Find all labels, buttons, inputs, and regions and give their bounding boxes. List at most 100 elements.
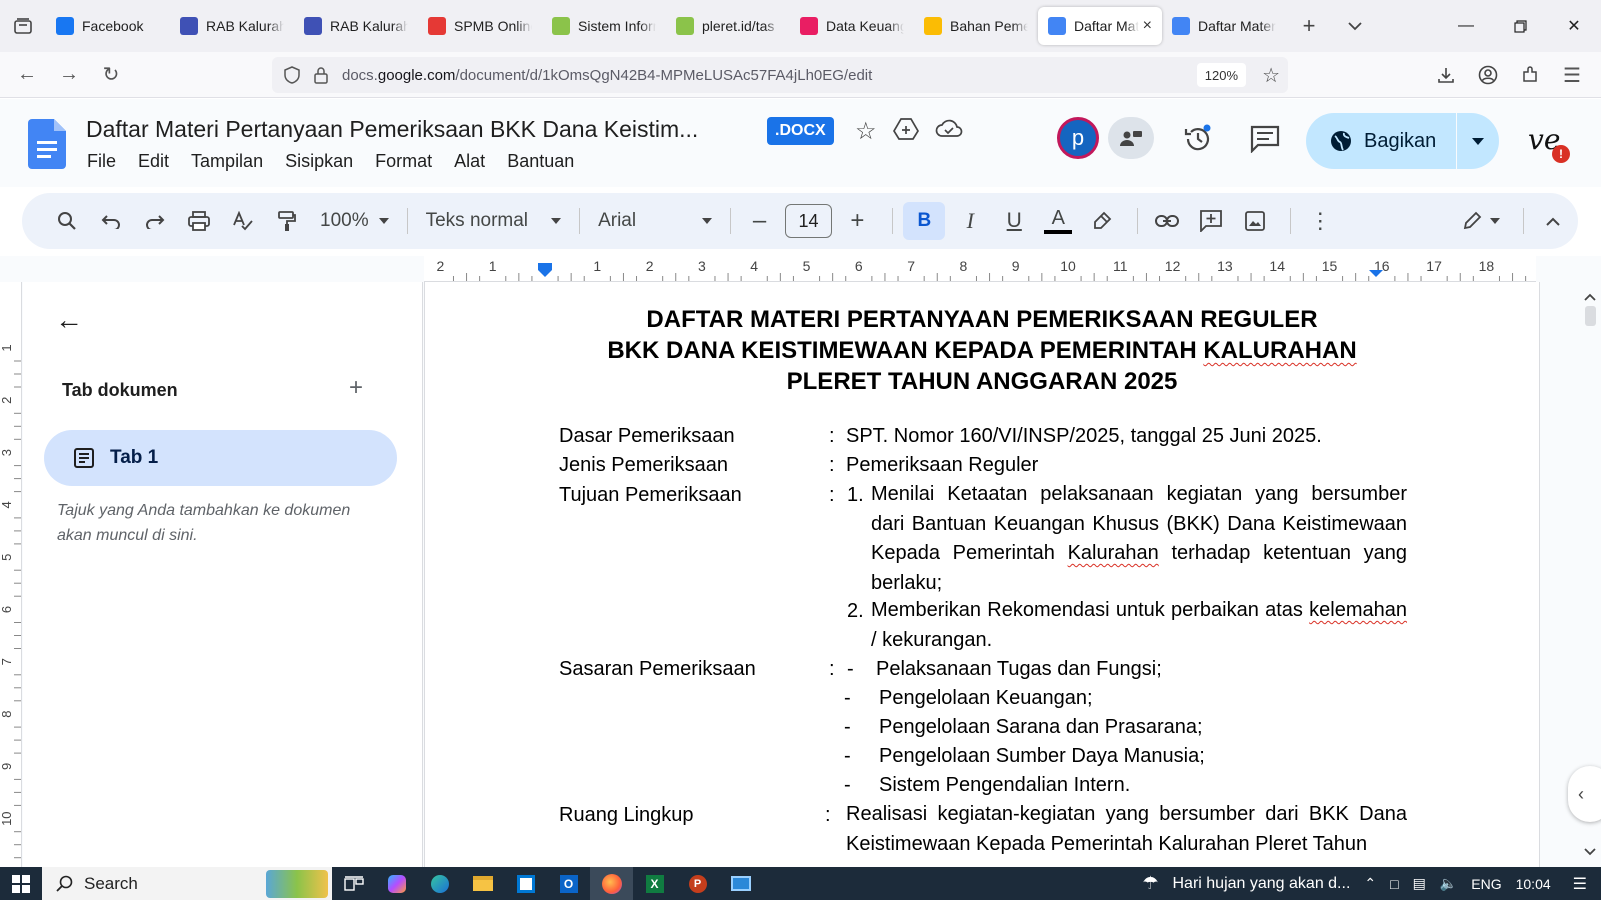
notification-icon[interactable]: ☰ [1573, 874, 1587, 894]
extensions-icon[interactable] [1509, 54, 1551, 96]
task-view-icon[interactable] [332, 867, 375, 900]
scroll-up-icon[interactable] [1584, 288, 1596, 306]
insert-image-icon[interactable] [1236, 202, 1274, 240]
clock[interactable]: 10:04 [1516, 876, 1551, 892]
menu-format[interactable]: Format [364, 151, 443, 172]
increase-font-size-icon[interactable]: + [838, 202, 876, 240]
more-options-icon[interactable]: ⋮ [1301, 202, 1339, 240]
decrease-font-size-icon[interactable]: – [741, 202, 779, 240]
remote-app-icon[interactable] [719, 867, 762, 900]
taskbar-search[interactable]: Search [42, 867, 332, 900]
browser-tab[interactable]: pleret.id/tas [666, 7, 790, 45]
menu-edit[interactable]: Edit [127, 151, 180, 172]
insert-link-icon[interactable] [1148, 202, 1186, 240]
avatar[interactable]: p [1057, 117, 1099, 159]
excel-icon[interactable]: X [633, 867, 676, 900]
side-panel-toggle-icon[interactable]: ‹ [1568, 766, 1601, 822]
version-history-icon[interactable] [1182, 123, 1214, 155]
menu-view[interactable]: Tampilan [180, 151, 274, 172]
browser-tab[interactable]: RAB Kalurahan [294, 7, 418, 45]
browser-tab[interactable]: Bahan Pemeriksaan [914, 7, 1038, 45]
browser-tab[interactable]: Data Keuangan [790, 7, 914, 45]
new-tab-button[interactable]: + [1286, 0, 1332, 52]
forward-icon[interactable]: → [48, 54, 90, 96]
undo-icon[interactable] [92, 202, 130, 240]
user-profile-logo[interactable]: ve ! [1528, 123, 1570, 163]
document-title[interactable]: Daftar Materi Pertanyaan Pemeriksaan BKK… [86, 116, 698, 143]
powerpoint-icon[interactable]: P [676, 867, 719, 900]
meeting-present-button[interactable] [1108, 117, 1154, 159]
windows-start-icon[interactable] [0, 867, 42, 900]
menu-insert[interactable]: Sisipkan [274, 151, 364, 172]
sidebar-item-tab-1[interactable]: Tab 1 [44, 430, 397, 486]
vertical-ruler[interactable]: 1 2 3 4 5 6 7 8 9 10 [0, 282, 22, 867]
editing-mode-icon[interactable] [1455, 202, 1507, 240]
scrollbar-thumb[interactable] [1585, 306, 1596, 326]
reload-icon[interactable]: ↻ [90, 54, 132, 96]
document-page[interactable]: DAFTAR MATERI PERTANYAAN PEMERIKSAAN REG… [424, 282, 1540, 867]
menu-help[interactable]: Bantuan [496, 151, 585, 172]
scroll-down-icon[interactable] [1584, 843, 1596, 861]
italic-icon[interactable]: I [951, 202, 989, 240]
browser-tab[interactable]: SPMB Online [418, 7, 542, 45]
font-size-input[interactable]: 14 [784, 204, 833, 238]
account-icon[interactable] [1467, 54, 1509, 96]
browser-tab[interactable]: Daftar Materi [1162, 7, 1286, 45]
tab-list-icon[interactable] [0, 0, 46, 52]
edge-icon[interactable] [418, 867, 461, 900]
collapse-toolbar-icon[interactable] [1534, 202, 1572, 240]
downloads-icon[interactable] [1425, 54, 1467, 96]
font-family-dropdown[interactable]: Arial [590, 210, 720, 232]
spellcheck-icon[interactable] [224, 202, 262, 240]
menu-icon[interactable]: ☰ [1551, 54, 1593, 96]
file-explorer-icon[interactable] [461, 867, 504, 900]
paint-format-icon[interactable] [268, 202, 306, 240]
bold-icon[interactable]: B [903, 202, 946, 240]
chevron-up-icon[interactable]: ⌃ [1364, 875, 1376, 892]
add-comment-icon[interactable] [1192, 202, 1230, 240]
back-icon[interactable]: ← [6, 54, 48, 96]
browser-tab[interactable]: RAB Kalurahan [170, 7, 294, 45]
meet-now-icon[interactable]: □ [1390, 876, 1398, 892]
bookmark-star-icon[interactable]: ☆ [1262, 63, 1280, 88]
network-icon[interactable]: ▤ [1413, 875, 1426, 892]
docx-format-badge[interactable]: .DOCX [767, 117, 834, 145]
move-to-drive-icon[interactable] [892, 117, 919, 141]
zoom-dropdown[interactable]: 100% [312, 210, 397, 232]
highlight-icon[interactable] [1083, 202, 1121, 240]
close-window-button[interactable]: ✕ [1547, 0, 1601, 52]
browser-tab[interactable]: Sistem Informasi [542, 7, 666, 45]
menu-tools[interactable]: Alat [443, 151, 496, 172]
browser-tab[interactable]: Daftar Materi× [1038, 7, 1162, 45]
close-sidebar-arrow-icon[interactable]: ← [55, 304, 83, 336]
redo-icon[interactable] [136, 202, 174, 240]
store-icon[interactable] [504, 867, 547, 900]
weather-icon[interactable]: ☂ [1142, 873, 1158, 894]
restore-button[interactable] [1493, 0, 1547, 52]
menu-file[interactable]: File [87, 151, 127, 172]
language-indicator[interactable]: ENG [1471, 876, 1501, 892]
close-tab-icon[interactable]: × [1143, 17, 1152, 35]
zoom-level-badge[interactable]: 120% [1196, 63, 1246, 87]
share-button[interactable]: Bagikan [1306, 113, 1499, 169]
comments-icon[interactable] [1250, 125, 1280, 153]
horizontal-ruler[interactable]: 2 1 1 2 3 4 5 6 7 8 9 10 11 12 13 14 15 16 17 18 [424, 256, 1536, 282]
docs-logo-icon[interactable] [28, 119, 66, 169]
weather-text[interactable]: Hari hujan yang akan d... [1173, 875, 1351, 893]
firefox-icon[interactable] [590, 867, 633, 900]
text-color-icon[interactable]: A [1039, 202, 1077, 240]
outlook-icon[interactable]: O [547, 867, 590, 900]
search-menus-icon[interactable] [48, 202, 86, 240]
minimize-button[interactable]: — [1439, 0, 1493, 52]
volume-icon[interactable]: 🔈 [1440, 875, 1457, 892]
cloud-saved-icon[interactable] [935, 117, 963, 139]
share-dropdown-icon[interactable] [1457, 137, 1499, 145]
paragraph-style-dropdown[interactable]: Teks normal [418, 210, 569, 232]
add-tab-icon[interactable]: + [349, 374, 363, 402]
lock-icon[interactable] [314, 66, 328, 84]
chevron-down-icon[interactable] [1332, 0, 1378, 52]
browser-tab[interactable]: Facebook [46, 7, 170, 45]
star-icon[interactable]: ☆ [855, 117, 877, 146]
shield-icon[interactable] [284, 66, 300, 84]
underline-icon[interactable]: U [995, 202, 1033, 240]
